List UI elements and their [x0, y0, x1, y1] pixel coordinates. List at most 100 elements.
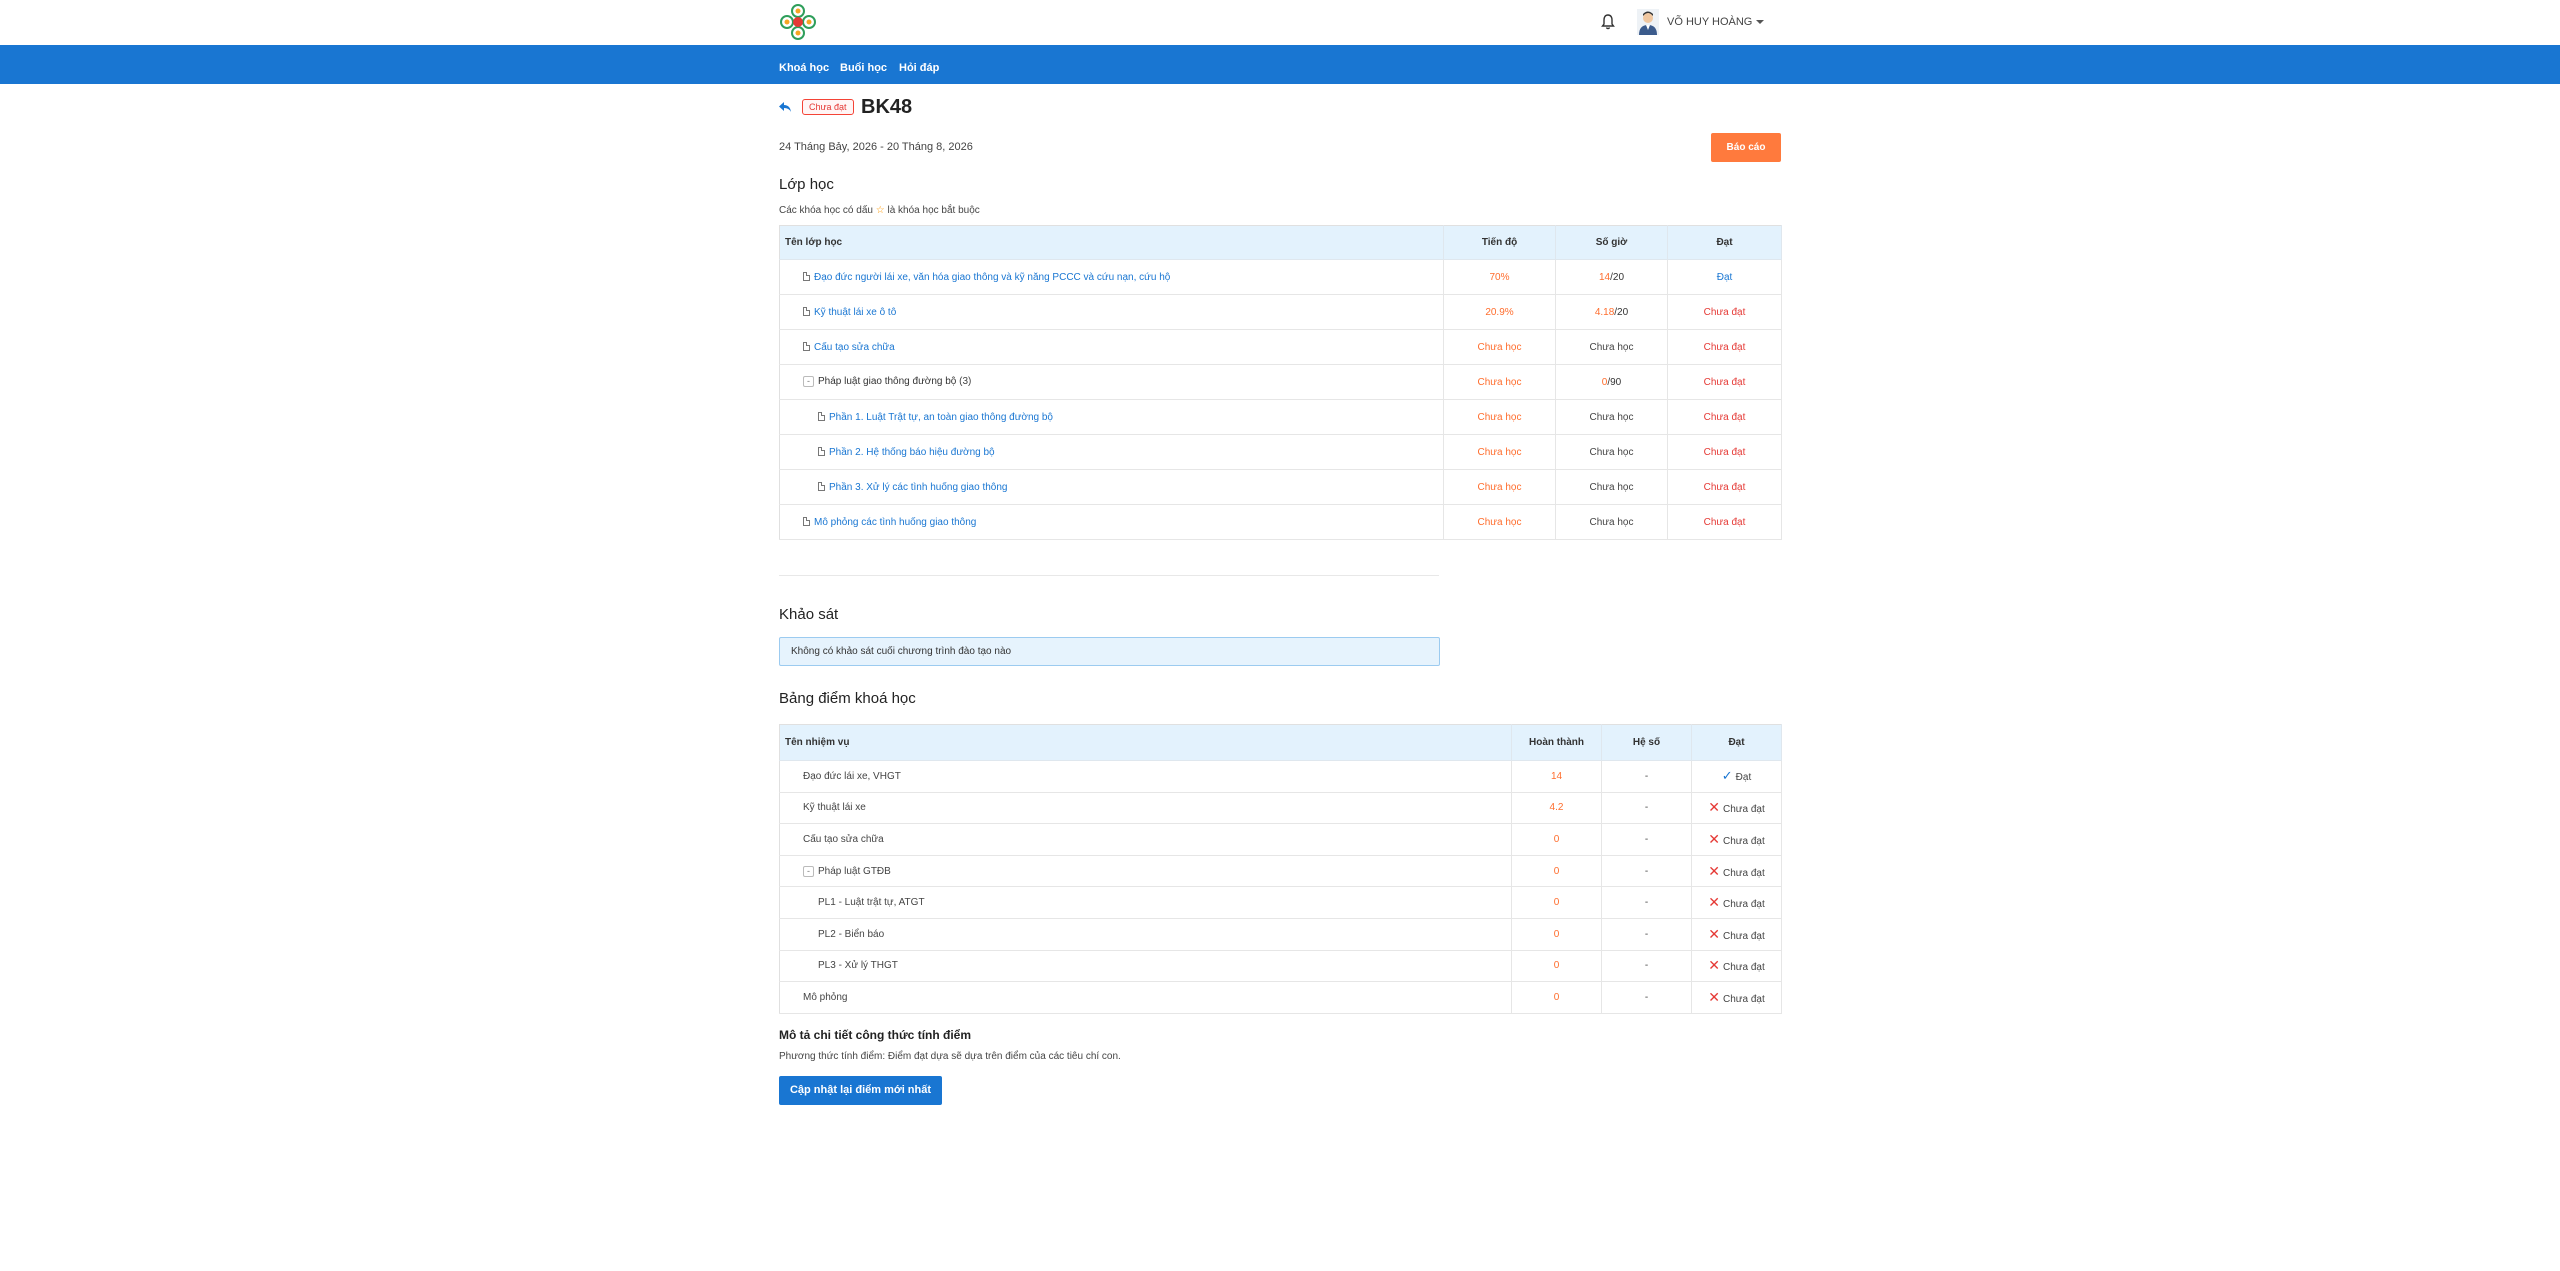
column-header-task: Tên nhiệm vụ — [779, 724, 1512, 761]
class-link[interactable]: Phần 1. Luật Trật tự, an toàn giao thông… — [829, 412, 1053, 423]
check-icon: ✓ — [1721, 768, 1733, 784]
completed-value: 14 — [1511, 760, 1602, 793]
result-value: Chưa đạt — [1667, 294, 1782, 330]
task-group-cell: - Pháp luật GTĐB — [779, 855, 1512, 888]
completed-value: 0 — [1511, 950, 1602, 983]
result-value: Chưa đạt — [1723, 962, 1765, 974]
divider — [779, 575, 1439, 576]
note-prefix: Các khóa học có dấu — [779, 205, 873, 216]
result-cell: ✕ Chưa đạt — [1691, 855, 1782, 888]
coefficient-value: - — [1601, 950, 1692, 983]
hours-total: /20 — [1610, 271, 1625, 283]
table-row: Kỹ thuật lái xe 4.2 - ✕ Chưa đạt — [779, 792, 1782, 825]
nav-bar: Khoá học Buổi học Hỏi đáp — [0, 45, 2560, 84]
formula-heading: Mô tả chi tiết công thức tính điểm — [779, 1028, 972, 1042]
collapse-icon[interactable]: - — [803, 376, 814, 388]
result-cell: ✕ Chưa đạt — [1691, 823, 1782, 856]
star-icon: ☆ — [875, 205, 885, 216]
user-menu[interactable]: VÕ HUY HOÀNG — [1667, 16, 1765, 28]
column-header-name: Tên lớp học — [779, 225, 1444, 260]
class-link[interactable]: Kỹ thuật lái xe ô tô — [814, 307, 896, 318]
completed-value: 4.2 — [1511, 792, 1602, 825]
table-row: PL1 - Luật trật tự, ATGT 0 - ✕ Chưa đạt — [779, 886, 1782, 919]
result-cell: ✕ Chưa đạt — [1691, 886, 1782, 919]
class-link[interactable]: Phần 3. Xử lý các tình huống giao thông — [829, 482, 1008, 493]
user-name: VÕ HUY HOÀNG — [1667, 16, 1753, 28]
update-scores-button[interactable]: Cập nhật lại điểm mới nhất — [779, 1076, 942, 1105]
task-name: Kỹ thuật lái xe — [779, 792, 1512, 825]
cross-icon: ✕ — [1708, 799, 1720, 816]
cross-icon: ✕ — [1708, 988, 1720, 1005]
class-link[interactable]: Phần 2. Hệ thống báo hiệu đường bộ — [829, 447, 995, 458]
coefficient-value: - — [1601, 823, 1692, 856]
nav-item-sessions[interactable]: Buổi học — [840, 62, 887, 74]
cross-icon: ✕ — [1708, 862, 1720, 879]
completed-value: 0 — [1511, 886, 1602, 919]
hours-done: 14 — [1598, 271, 1611, 283]
completed-value: 0 — [1511, 855, 1602, 888]
cross-icon: ✕ — [1708, 925, 1720, 942]
report-button[interactable]: Báo cáo — [1711, 133, 1781, 162]
column-header-coefficient: Hệ số — [1601, 724, 1692, 761]
table-row: Cấu tạo sửa chữa 0 - ✕ Chưa đạt — [779, 823, 1782, 856]
result-cell: ✕ Chưa đạt — [1691, 918, 1782, 951]
table-row: Phần 3. Xử lý các tình huống giao thông … — [779, 469, 1782, 505]
table-header-row: Tên lớp học Tiến độ Số giờ Đạt — [779, 225, 1782, 260]
formula-text: Phương thức tính điểm: Điểm đạt dựa sẽ d… — [779, 1051, 1121, 1062]
document-icon — [818, 481, 825, 491]
hours-value: Chưa học — [1555, 434, 1668, 470]
collapse-icon[interactable]: - — [803, 865, 814, 877]
cross-icon: ✕ — [1708, 957, 1720, 974]
table-row: Đạo đức người lái xe, văn hóa giao thông… — [779, 259, 1782, 295]
result-cell: ✕ Chưa đạt — [1691, 950, 1782, 983]
column-header-result: Đạt — [1691, 724, 1782, 761]
nav-item-qa[interactable]: Hỏi đáp — [899, 62, 939, 74]
column-header-hours: Số giờ — [1555, 225, 1668, 260]
note-suffix: là khóa học bắt buộc — [887, 205, 980, 216]
coefficient-value: - — [1601, 981, 1692, 1014]
result-value: Đạt — [1667, 259, 1782, 295]
result-value: Chưa đạt — [1723, 930, 1765, 942]
table-row: Phần 1. Luật Trật tự, an toàn giao thông… — [779, 399, 1782, 435]
cross-icon: ✕ — [1708, 894, 1720, 911]
result-value: Chưa đạt — [1667, 329, 1782, 365]
mandatory-note: Các khóa học có dấu ☆ là khóa học bắt bu… — [779, 205, 980, 216]
avatar[interactable] — [1637, 9, 1659, 35]
class-link[interactable]: Đạo đức người lái xe, văn hóa giao thông… — [814, 272, 1170, 283]
table-row: Phần 2. Hệ thống báo hiệu đường bộ Chưa … — [779, 434, 1782, 470]
coefficient-value: - — [1601, 918, 1692, 951]
progress-value: Chưa học — [1443, 399, 1556, 435]
table-row: PL2 - Biển báo 0 - ✕ Chưa đạt — [779, 918, 1782, 951]
task-name: Mô phỏng — [779, 981, 1512, 1014]
hours-cell: 0/90 — [1555, 364, 1668, 400]
classes-table: Tên lớp học Tiến độ Số giờ Đạt Đạo đức n… — [779, 225, 1782, 540]
back-arrow-icon[interactable] — [778, 101, 792, 113]
progress-value: Chưa học — [1443, 329, 1556, 365]
hours-value: Chưa học — [1555, 329, 1668, 365]
logo-icon[interactable] — [779, 3, 817, 41]
result-value: Chưa đạt — [1723, 899, 1765, 911]
hours-value: Chưa học — [1555, 469, 1668, 505]
document-icon — [803, 306, 810, 316]
table-row: Kỹ thuật lái xe ô tô 20.9% 4.18/20 Chưa … — [779, 294, 1782, 330]
column-header-result: Đạt — [1667, 225, 1782, 260]
completed-value: 0 — [1511, 981, 1602, 1014]
document-icon — [818, 411, 825, 421]
date-range: 24 Tháng Bảy, 2026 - 20 Tháng 8, 2026 — [779, 141, 973, 153]
survey-heading: Khảo sát — [779, 606, 839, 623]
class-link[interactable]: Mô phỏng các tình huống giao thông — [814, 517, 976, 528]
result-value: Chưa đạt — [1667, 434, 1782, 470]
result-cell: ✓ Đạt — [1691, 760, 1782, 793]
progress-value: Chưa học — [1443, 469, 1556, 505]
nav-item-courses[interactable]: Khoá học — [779, 62, 829, 74]
column-header-progress: Tiến độ — [1443, 225, 1556, 260]
scores-heading: Bảng điểm khoá học — [779, 690, 916, 707]
table-row: Cấu tạo sửa chữa Chưa học Chưa học Chưa … — [779, 329, 1782, 365]
group-count: (3) — [959, 376, 972, 388]
survey-info-box: Không có khảo sát cuối chương trình đào … — [779, 637, 1440, 666]
task-name: PL1 - Luật trật tự, ATGT — [779, 886, 1512, 919]
class-link[interactable]: Cấu tạo sửa chữa — [814, 342, 895, 353]
task-name: Cấu tạo sửa chữa — [779, 823, 1512, 856]
bell-icon[interactable] — [1600, 13, 1616, 31]
result-value: Chưa đạt — [1723, 993, 1765, 1005]
